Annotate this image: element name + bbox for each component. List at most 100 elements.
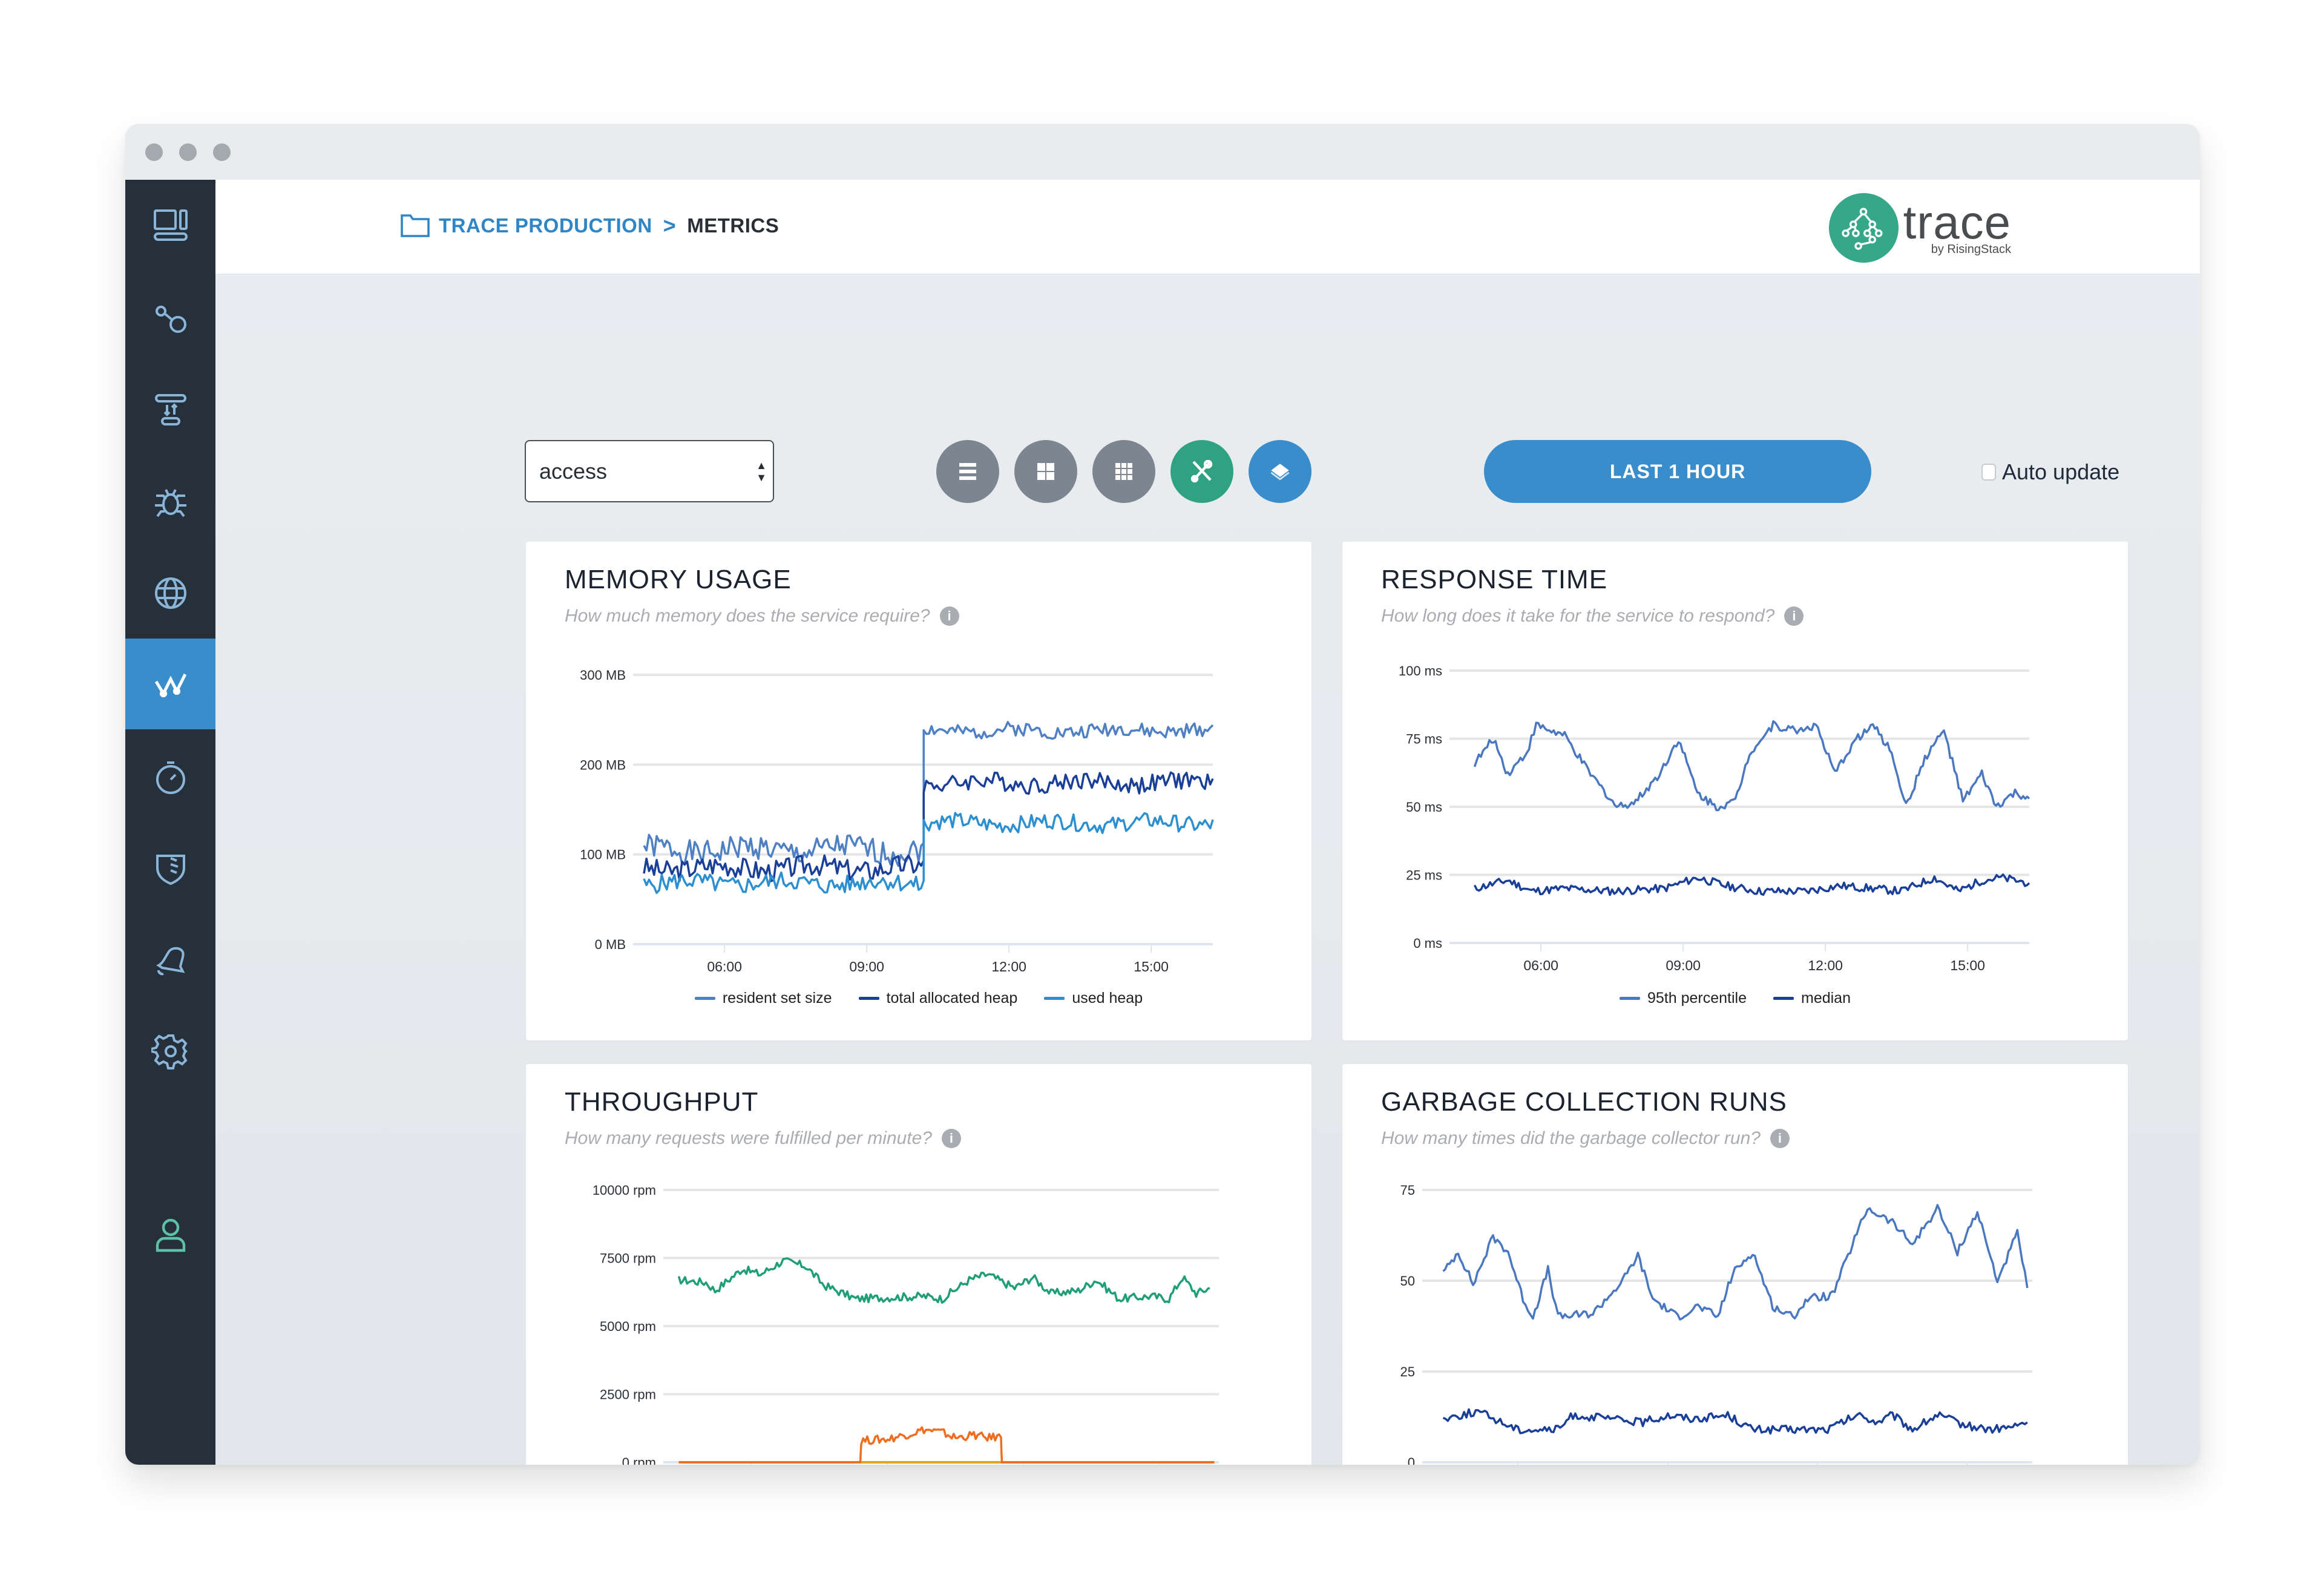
x-tick-label: 12:00 [991, 959, 1026, 974]
user-icon [156, 1218, 185, 1252]
logo-byline: by RisingStack [1931, 243, 2011, 256]
logo-mark [1828, 193, 1899, 263]
window-titlebar [125, 124, 2200, 180]
layers-icon [1270, 464, 1290, 481]
legend-item[interactable]: total allocated heap [858, 990, 1018, 1007]
y-tick-label: 0 [1408, 1455, 1415, 1465]
topology-icon [155, 306, 186, 333]
memory-usage-chart: 0 MB 100 MB 200 MB 300 MB 06:00 09:00 12:00 15:… [580, 668, 1214, 974]
sidebar-item-alerts[interactable] [125, 915, 215, 1006]
y-tick-label: 50 ms [1406, 800, 1442, 815]
breadcrumb-parent-link[interactable]: TRACE PRODUCTION [439, 214, 652, 237]
tree-graph-icon [1842, 207, 1883, 250]
series-line-2xx [677, 1257, 1210, 1304]
series-line-median [1473, 873, 2030, 896]
y-tick-label: 75 ms [1406, 732, 1442, 747]
y-tick-label: 7500 rpm [600, 1251, 656, 1266]
chart-legend: 95th percentile median [1342, 990, 2128, 1007]
sidebar-item-topology[interactable] [125, 273, 215, 364]
y-tick-label: 100 MB [580, 847, 626, 862]
legend-item[interactable]: 95th percentile [1619, 990, 1747, 1007]
select-arrows-icon: ▲ ▼ [756, 459, 767, 484]
y-tick-label: 10000 rpm [592, 1183, 656, 1198]
x-tick-label: 15:00 [1950, 958, 1985, 973]
x-tick-label: 06:00 [707, 959, 742, 974]
grid-2-view-button[interactable] [1014, 440, 1077, 503]
legend-item[interactable]: median [1773, 990, 1851, 1007]
x-tick-label: 06:00 [1523, 958, 1558, 973]
service-select-value: access [539, 458, 608, 484]
breadcrumb: TRACE PRODUCTION > METRICS [400, 213, 779, 238]
logo-wordmark: trace [1903, 195, 2011, 249]
stopwatch-icon [156, 761, 185, 794]
series-line-used-heap [643, 812, 1214, 895]
sidebar-item-profile[interactable] [125, 1189, 215, 1280]
series-line-marksweep [1442, 1408, 2028, 1435]
list-icon [959, 463, 976, 480]
sidebar-item-network[interactable] [125, 548, 215, 639]
window-close-button[interactable] [145, 143, 163, 161]
garbage-collection-chart: 025507506:00 09:00 12:00 15:00 [1400, 1183, 2032, 1465]
tools-icon [1190, 459, 1213, 483]
grid-3-view-button[interactable] [1092, 440, 1155, 503]
response-time-chart: 0 ms 25 ms 50 ms 75 ms 100 ms 06:00 09:00 12:00… [1399, 663, 2030, 973]
y-tick-label: 2500 rpm [600, 1387, 656, 1402]
grid-3-icon [1115, 463, 1132, 480]
auto-update-toggle[interactable]: Auto update [1981, 459, 2119, 485]
breadcrumb-separator: > [663, 213, 677, 238]
y-tick-label: 300 MB [580, 668, 626, 683]
bell-icon [156, 947, 185, 976]
tools-button[interactable] [1170, 440, 1233, 503]
legend-item[interactable]: resident set size [694, 990, 832, 1007]
legend-label: total allocated heap [886, 990, 1018, 1007]
legend-label: used heap [1072, 990, 1143, 1007]
y-tick-label: 5000 rpm [600, 1319, 656, 1334]
shield-icon [156, 855, 185, 885]
legend-swatch [1044, 997, 1065, 1000]
legend-label: resident set size [722, 990, 832, 1007]
list-view-button[interactable] [936, 440, 999, 503]
y-tick-label: 50 [1400, 1273, 1415, 1289]
dashboard-icon [153, 209, 188, 241]
window-maximize-button[interactable] [213, 143, 231, 161]
series-line-resident-set-size [643, 721, 1214, 867]
memory-usage-card: MEMORY USAGE How much memory does the se… [526, 542, 1311, 1040]
sidebar-item-profiler[interactable] [125, 732, 215, 823]
main-content: TRACE PRODUCTION > METRICS trace by Risi… [215, 180, 2200, 1465]
auto-update-checkbox[interactable] [1981, 464, 1996, 481]
sidebar-item-metrics[interactable] [125, 639, 215, 729]
response-time-card: RESPONSE TIME How long does it take for … [1342, 542, 2128, 1040]
y-tick-label: 0 rpm [622, 1455, 656, 1465]
sidebar-item-dashboard[interactable] [125, 180, 215, 271]
x-tick-label: 09:00 [1666, 958, 1701, 973]
folder-icon [401, 214, 430, 237]
series-line-total-allocated-heap [643, 771, 1214, 882]
legend-item[interactable]: used heap [1044, 990, 1143, 1007]
service-select[interactable]: access ▲ ▼ [525, 440, 774, 502]
series-line-5xx [678, 1426, 1215, 1464]
y-tick-label: 75 [1400, 1183, 1415, 1198]
x-tick-label: 15:00 [1134, 959, 1169, 974]
series-line-scavenge [1442, 1204, 2029, 1321]
x-tick-label: 09:00 [849, 959, 884, 974]
y-tick-label: 25 [1400, 1364, 1415, 1379]
window-minimize-button[interactable] [179, 143, 197, 161]
legend-swatch [858, 997, 879, 1000]
sidebar-item-errors[interactable] [125, 455, 215, 546]
sidebar-item-transactions[interactable] [125, 364, 215, 455]
grid-2-icon [1037, 463, 1054, 480]
time-range-button[interactable]: LAST 1 HOUR [1484, 440, 1871, 503]
auto-update-label: Auto update [2002, 459, 2120, 484]
y-tick-label: 0 ms [1413, 936, 1442, 951]
breadcrumb-current: METRICS [687, 214, 780, 237]
chart-legend: resident set size total allocated heap use… [526, 990, 1311, 1007]
y-tick-label: 100 ms [1399, 663, 1442, 678]
throughput-card: THROUGHPUT How many requests were fulfil… [526, 1064, 1311, 1465]
page-header: TRACE PRODUCTION > METRICS trace by Risi… [215, 180, 2200, 274]
layers-button[interactable] [1249, 440, 1311, 503]
sidebar-item-settings[interactable] [125, 1006, 215, 1097]
sidebar-item-security[interactable] [125, 823, 215, 913]
legend-swatch [694, 997, 715, 1000]
trace-logo[interactable]: trace by RisingStack [1828, 193, 2011, 263]
globe-icon [154, 577, 186, 609]
